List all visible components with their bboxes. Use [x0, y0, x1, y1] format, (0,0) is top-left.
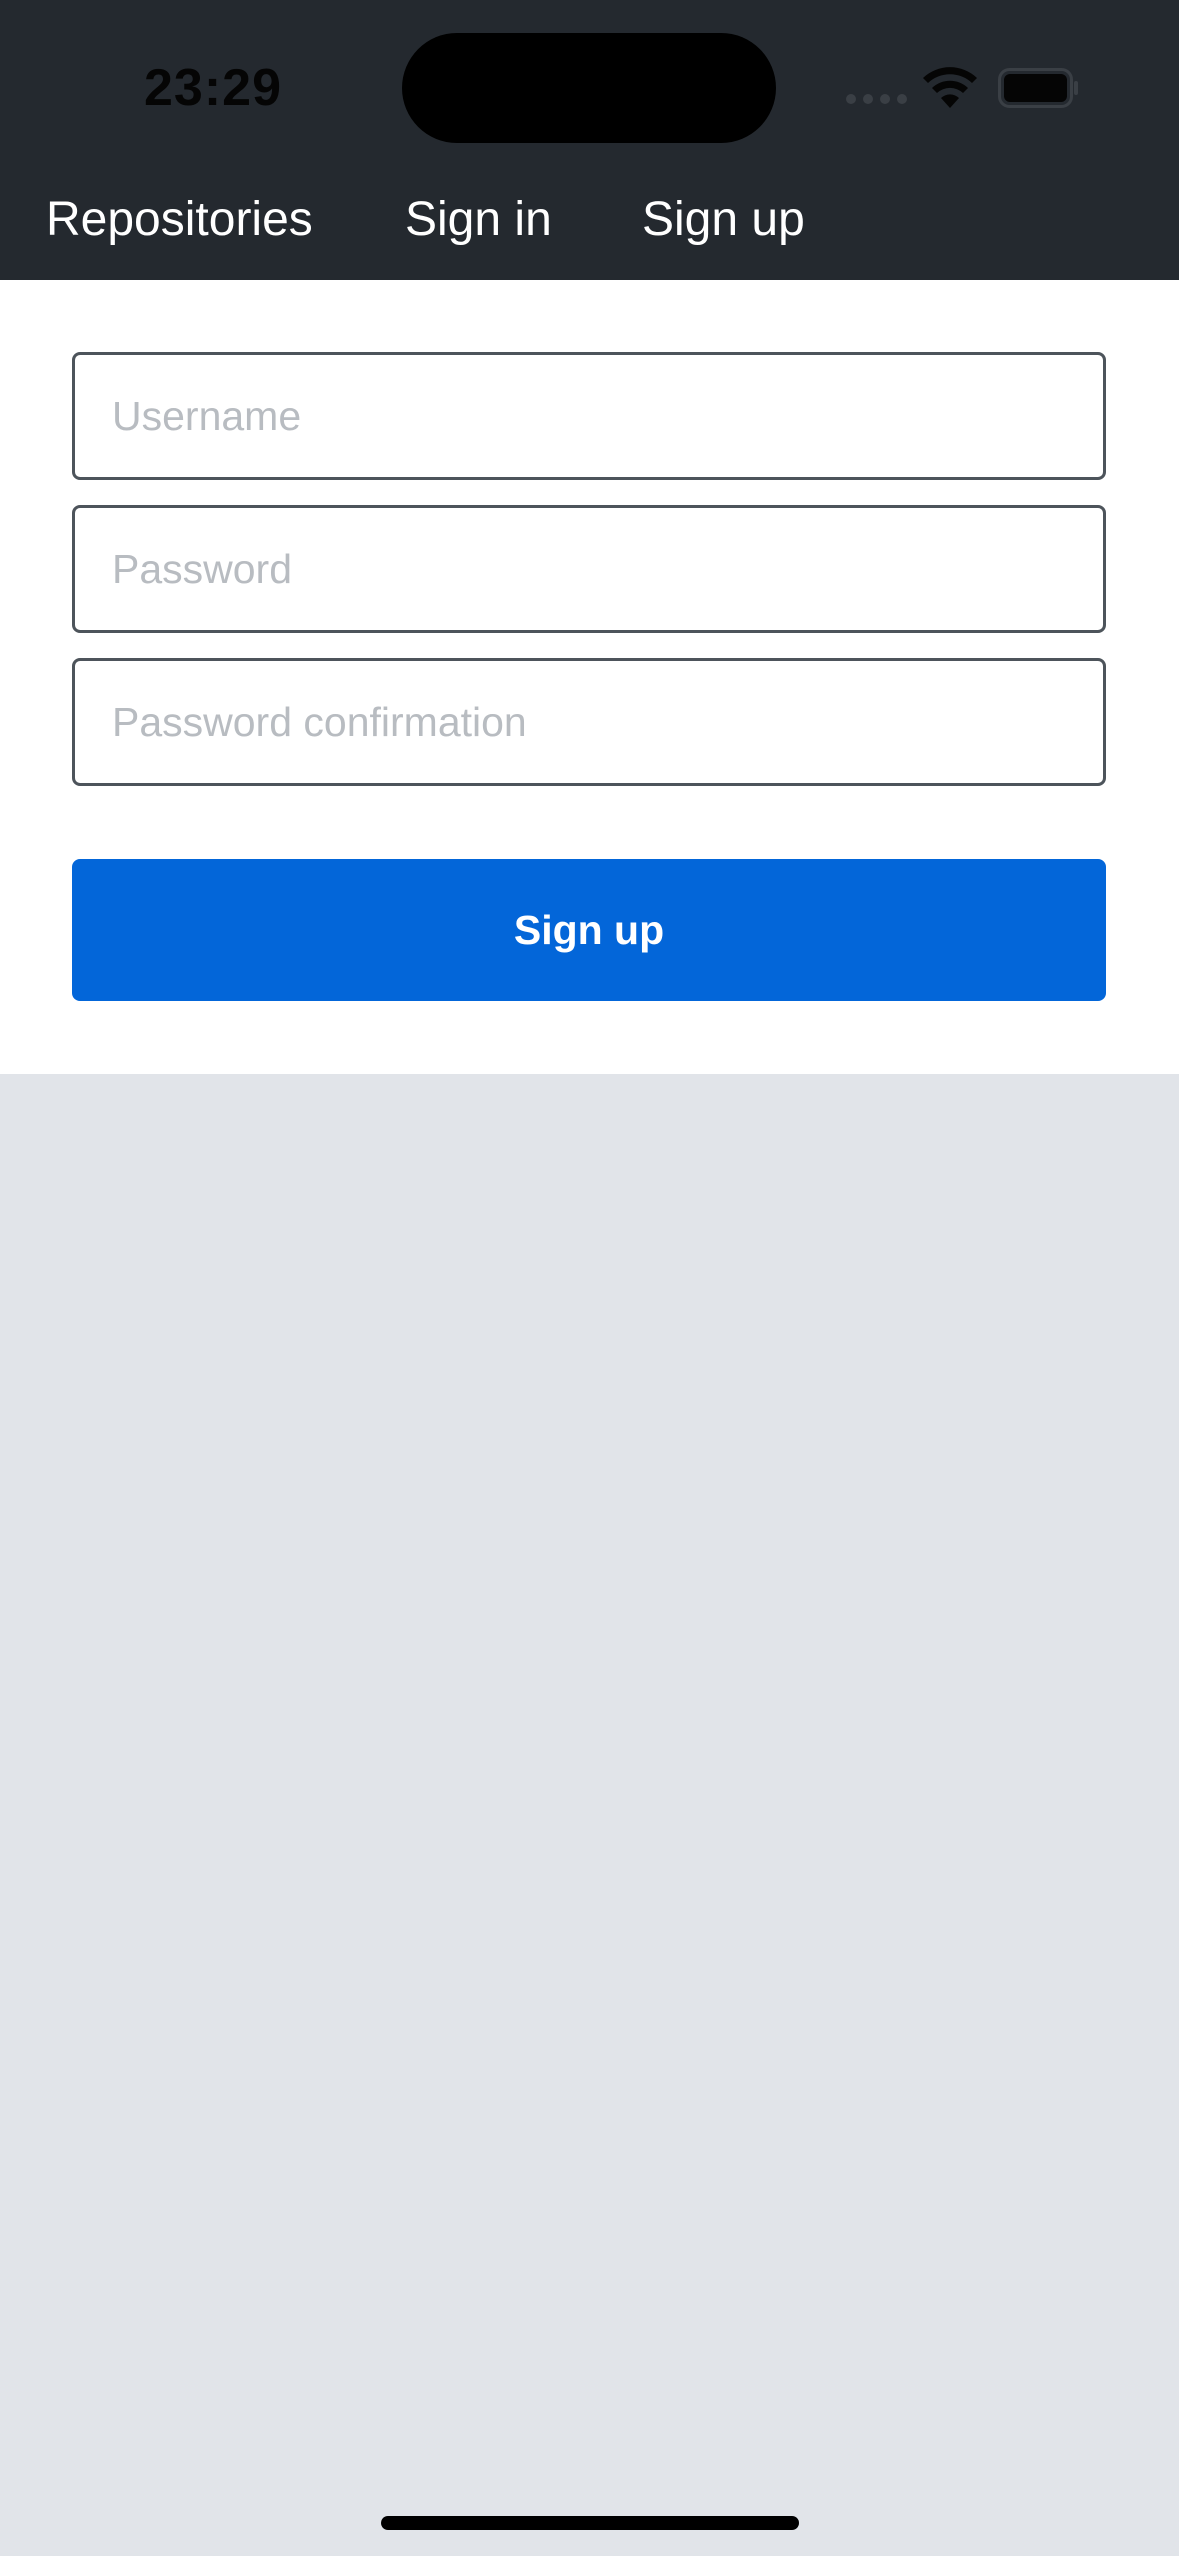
battery-icon [998, 68, 1078, 108]
top-navigation: Repositories Sign in Sign up [0, 180, 1179, 260]
home-indicator[interactable] [381, 2516, 799, 2530]
sign-up-button[interactable]: Sign up [72, 859, 1106, 1001]
wifi-icon [923, 67, 977, 108]
nav-link-sign-up[interactable]: Sign up [642, 180, 805, 260]
password-input[interactable] [72, 505, 1106, 633]
nav-link-repositories[interactable]: Repositories [46, 180, 313, 260]
status-bar-time: 23:29 [144, 59, 282, 117]
cellular-signal-icon [846, 94, 907, 104]
sign-up-form: Sign up [0, 280, 1179, 1074]
header-bar: 23:29 Repositories Sign in Sign up [0, 0, 1179, 280]
username-input[interactable] [72, 352, 1106, 480]
dynamic-island [402, 33, 776, 143]
nav-link-sign-in[interactable]: Sign in [405, 180, 552, 260]
password-confirmation-input[interactable] [72, 658, 1106, 786]
